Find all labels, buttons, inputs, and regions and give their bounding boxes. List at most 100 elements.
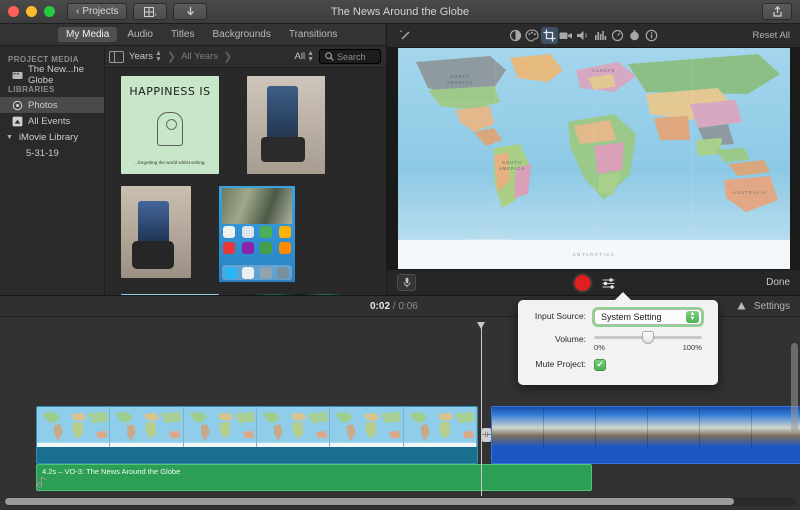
timeline-settings-button[interactable]: Settings (754, 301, 790, 312)
chevron-updown-icon-3[interactable]: ▲ ▼ (686, 311, 699, 323)
color-balance-icon[interactable] (507, 27, 524, 44)
record-button[interactable] (572, 272, 592, 293)
window-controls[interactable] (0, 6, 55, 17)
person-drawing-icon (157, 112, 183, 147)
tab-titles[interactable]: Titles (163, 27, 203, 42)
record-settings-icon (602, 277, 614, 289)
imovie-window: ‹ Projects ♪ The News Around the Globe M… (0, 0, 800, 510)
svg-text:EUROPE: EUROPE (592, 68, 615, 73)
tab-transitions[interactable]: Transitions (281, 27, 346, 42)
group-by-dropdown[interactable]: Years ▲ ▼ (129, 49, 162, 63)
import-media-button[interactable] (173, 3, 208, 20)
playhead[interactable] (477, 322, 485, 496)
volume-label: Volume: (554, 334, 586, 344)
speed-icon[interactable] (609, 27, 626, 44)
popover-arrow (614, 292, 632, 301)
music-note-icon[interactable] (36, 476, 48, 488)
trim-handle-icon[interactable]: ⊣⊢ (480, 428, 493, 442)
svg-text:AMERICA: AMERICA (446, 80, 472, 85)
search-input[interactable]: Search (319, 49, 381, 64)
svg-text:NORTH: NORTH (450, 74, 470, 79)
crop-icon[interactable] (540, 27, 558, 44)
svg-text:AMERICA: AMERICA (498, 166, 524, 171)
chevron-left-icon: ‹ (76, 6, 80, 17)
media-thumbnail-trolley-2[interactable] (121, 186, 191, 278)
breadcrumb-all-years[interactable]: All Years (181, 51, 218, 62)
timeline-clip-blue[interactable] (491, 406, 800, 464)
mute-project-checkbox[interactable]: ✔ (594, 359, 606, 371)
search-placeholder: Search (337, 51, 366, 62)
chevron-updown-icon: ▲ ▼ (154, 49, 162, 63)
sidebar-photos-label: Photos (28, 99, 58, 111)
events-icon (12, 116, 23, 126)
checkmark-icon: ✔ (596, 360, 604, 369)
import-download-icon (187, 7, 194, 16)
input-source-label: Input Source: (534, 311, 586, 321)
timeline-horizontal-scrollbar[interactable] (4, 497, 796, 506)
viewer-toolbar: Reset All (387, 24, 800, 48)
minimize-button[interactable] (26, 6, 37, 17)
media-browser[interactable]: HAPPINESS IS ...forgetting the world whi… (105, 68, 385, 295)
input-source-row: Input Source: System Setting ▲ ▼ (518, 309, 706, 325)
happiness-caption: ...forgetting the world whilst writing. (134, 160, 206, 166)
back-to-projects-label: Projects (82, 6, 119, 17)
sidebar-item-photos[interactable]: Photos (0, 97, 104, 113)
reset-all-button[interactable]: Reset All (753, 30, 791, 41)
record-controls (572, 272, 615, 293)
timeline-audio-clip[interactable]: 4.2s – VO-3: The News Around the Globe (36, 464, 592, 491)
volume-icon[interactable] (575, 27, 592, 44)
filter-dropdown[interactable]: All ▲ ▼ (295, 50, 315, 63)
sidebar-item-project[interactable]: The New...he Globe (0, 64, 104, 86)
enhance-wand-icon[interactable] (397, 27, 414, 44)
sidebar-project-label: The New...he Globe (28, 64, 84, 86)
timeline-tools: Settings (735, 300, 790, 312)
input-source-value: System Setting (601, 312, 662, 322)
preview-viewer: Reset All ANTARCTICA NORTH AMERICA SOUTH… (386, 24, 800, 295)
layout-button[interactable]: ♪ (133, 3, 168, 20)
disclosure-triangle-icon[interactable]: ▼ (6, 134, 13, 141)
breadcrumb-separator-icon-2: ❯ (223, 51, 233, 63)
sidebar-toggle-icon[interactable] (109, 50, 124, 63)
noise-reduction-icon[interactable] (592, 27, 609, 44)
color-correction-icon[interactable] (524, 27, 541, 44)
photos-icon (12, 100, 23, 110)
done-button[interactable]: Done (766, 277, 790, 288)
volume-max-label: 100% (682, 343, 702, 352)
tab-audio[interactable]: Audio (119, 27, 161, 42)
clip-filter-icon[interactable] (626, 27, 643, 44)
sidebar-item-imovie-library[interactable]: ▼ iMovie Library (0, 129, 104, 145)
filmstrip-blue (492, 407, 800, 447)
microphone-icon[interactable] (397, 274, 416, 291)
sidebar-all-events-label: All Events (28, 115, 71, 127)
title-bar: ‹ Projects ♪ The News Around the Globe (0, 0, 800, 24)
share-button[interactable] (762, 3, 792, 20)
media-tab-bar: My Media Audio Titles Backgrounds Transi… (0, 24, 385, 46)
record-settings-popover[interactable]: Input Source: System Setting ▲ ▼ Volume: … (518, 292, 718, 385)
breadcrumb-separator-icon: ❯ (166, 51, 177, 63)
share-icon (772, 6, 782, 17)
media-thumbnail-happiness[interactable]: HAPPINESS IS ...forgetting the world whi… (121, 76, 219, 174)
current-time: 0:02 (370, 300, 391, 312)
timeline-vertical-scrollbar[interactable] (791, 343, 798, 433)
close-button[interactable] (8, 6, 19, 17)
volume-slider[interactable] (594, 331, 702, 344)
sidebar-item-event-date[interactable]: 5-31-19 (0, 145, 104, 161)
maximize-button[interactable] (44, 6, 55, 17)
total-time: 0:06 (398, 300, 418, 312)
mute-project-row: Mute Project: ✔ (518, 357, 706, 372)
media-thumbnail-ipad[interactable] (219, 186, 295, 282)
input-source-dropdown[interactable]: System Setting ▲ ▼ (594, 309, 702, 325)
stabilization-icon[interactable] (558, 27, 575, 44)
volume-slider-knob[interactable] (642, 331, 654, 344)
browser-filter-bar: Years ▲ ▼ ❯ All Years ❯ All ▲ ▼ Search (105, 46, 385, 68)
tab-my-media[interactable]: My Media (58, 27, 118, 42)
svg-text:♪: ♪ (154, 12, 157, 17)
back-to-projects-button[interactable]: ‹ Projects (67, 3, 128, 20)
info-icon[interactable] (643, 27, 660, 44)
timeline-clip-world-map[interactable] (36, 406, 478, 464)
preview-stage[interactable]: ANTARCTICA NORTH AMERICA SOUTH AMERICA A… (387, 47, 800, 270)
tab-backgrounds[interactable]: Backgrounds (204, 27, 278, 42)
media-thumbnail-trolley[interactable] (247, 76, 325, 174)
sidebar-item-all-events[interactable]: All Events (0, 113, 104, 129)
layout-icon: ♪ (143, 6, 157, 17)
